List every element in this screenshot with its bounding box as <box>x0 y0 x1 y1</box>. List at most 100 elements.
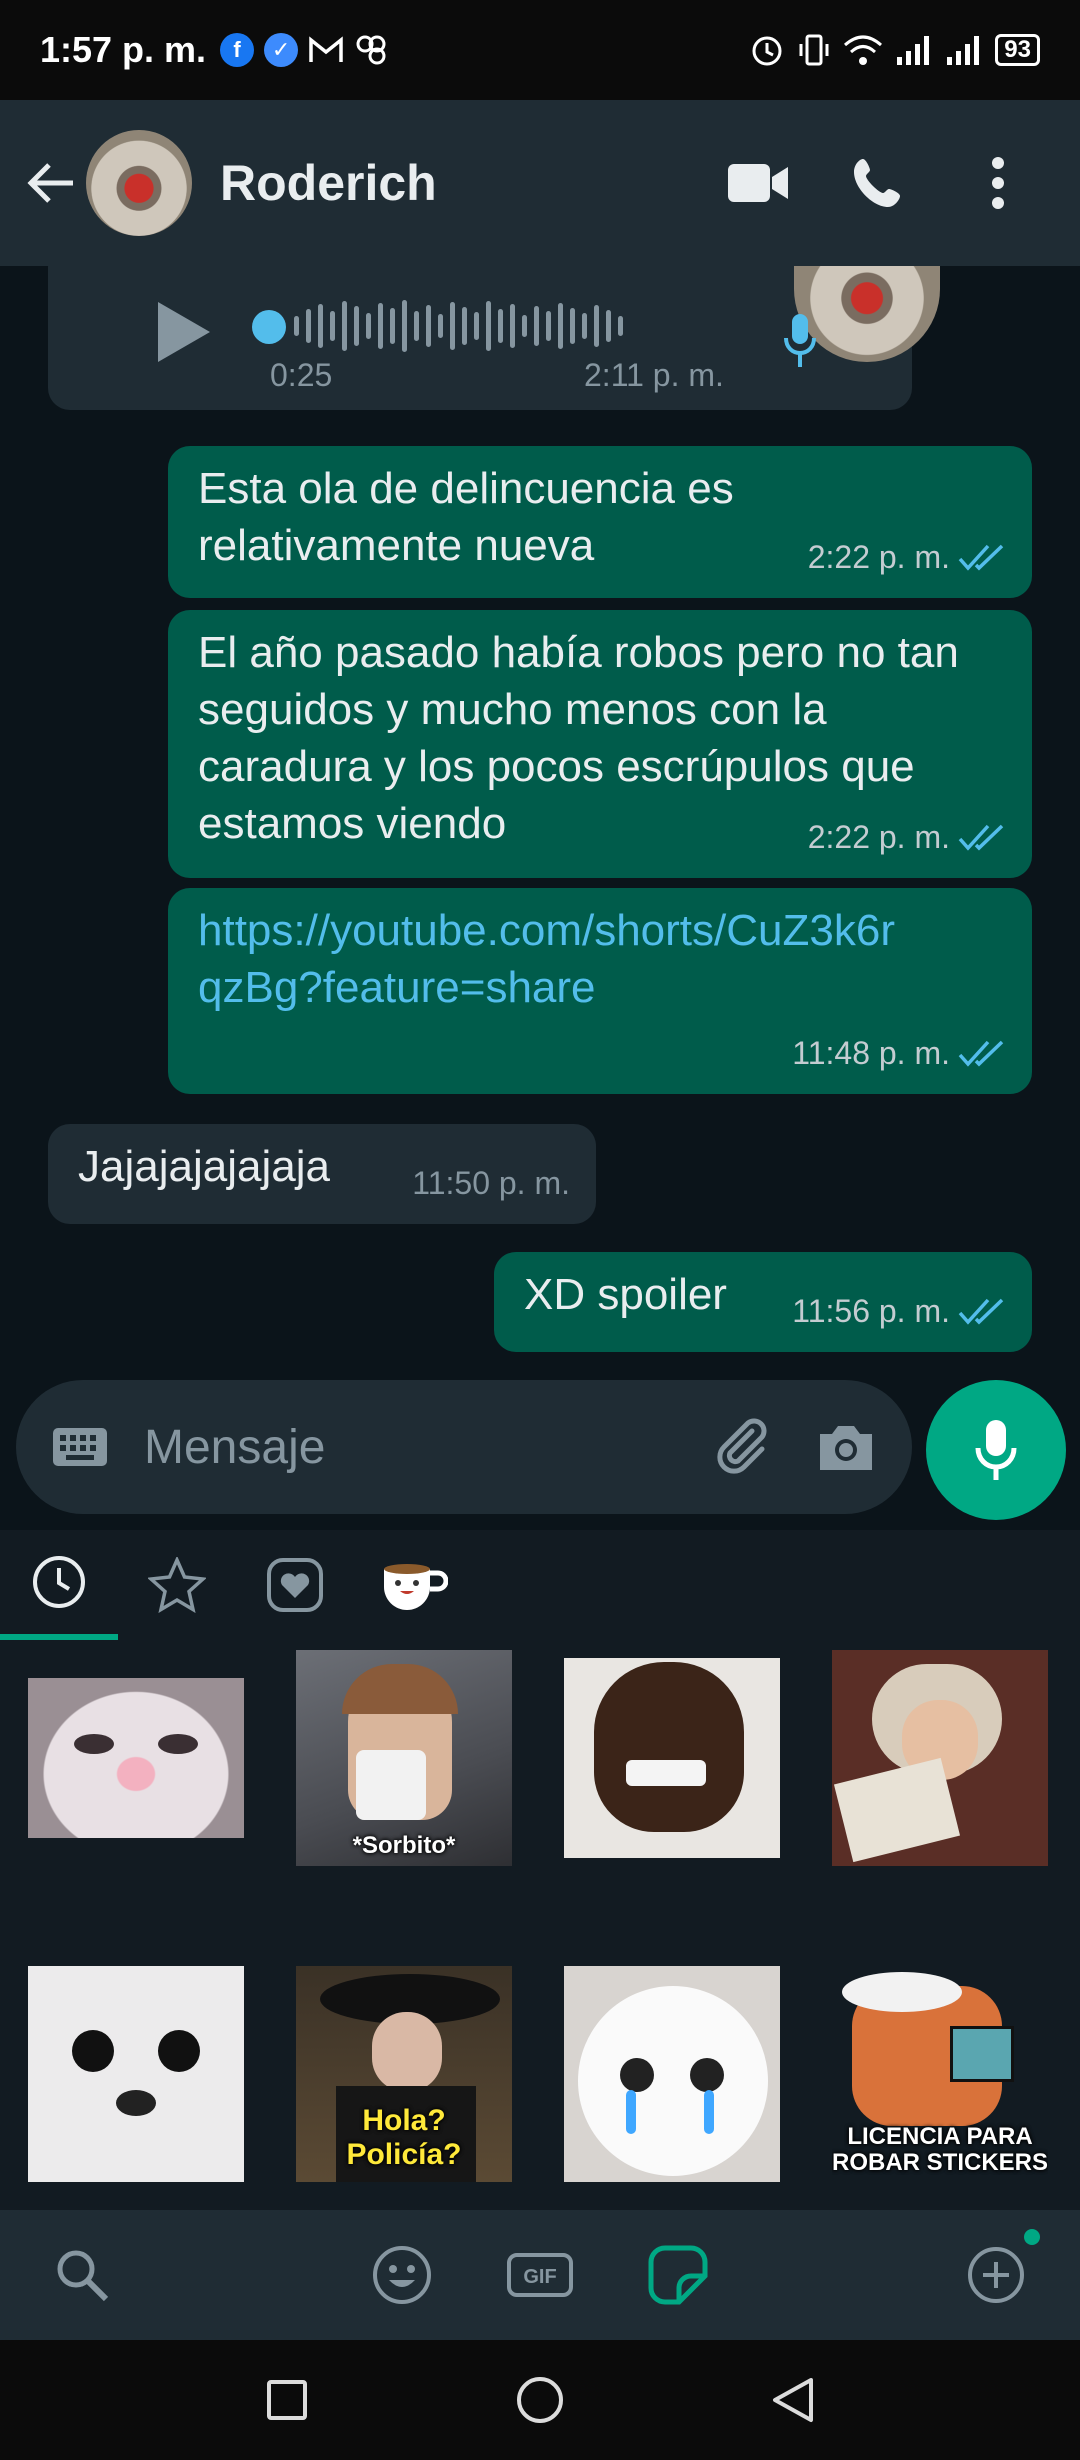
back-button[interactable] <box>22 155 78 211</box>
sticker-tab-button[interactable] <box>638 2235 718 2315</box>
notification-icons: f ✓ <box>220 33 388 67</box>
sticker-caption: LICENCIA PARA ROBAR STICKERS <box>832 2123 1048 2176</box>
waveform-bar <box>594 305 599 347</box>
system-back-button[interactable] <box>753 2360 833 2440</box>
message-time: 2:22 p. m. <box>807 539 950 575</box>
waveform-bar <box>546 311 551 341</box>
more-options-button[interactable] <box>938 123 1058 243</box>
sticker-boy-sipping[interactable]: *Sorbito* <box>296 1650 512 1866</box>
sticker-cringe-face[interactable] <box>564 1650 780 1866</box>
waveform-bar <box>450 302 455 350</box>
waveform-bar <box>570 308 575 344</box>
waveform-bar <box>462 307 467 345</box>
message-bubble[interactable]: El año pasado había robos pero no tan se… <box>168 610 1032 878</box>
message-link[interactable]: https://youtube.com/shorts/CuZ3k6rqzBg?f… <box>198 902 898 1016</box>
status-bar: 1:57 p. m. f ✓ 93 <box>0 0 1080 100</box>
add-icon <box>968 2247 1024 2303</box>
video-call-icon <box>728 164 788 202</box>
read-receipt-icon <box>958 824 1004 851</box>
message-time: 2:22 p. m. <box>807 819 950 855</box>
tab-favorites[interactable] <box>118 1530 236 1640</box>
message-meta: 11:50 p. m. <box>412 1155 570 1212</box>
sticker-search-button[interactable] <box>42 2235 122 2315</box>
message-bubble[interactable]: https://youtube.com/shorts/CuZ3k6rqzBg?f… <box>168 888 1032 1094</box>
message-meta: 11:56 p. m. <box>792 1283 1006 1340</box>
message-meta: 11:48 p. m. <box>792 1025 1006 1082</box>
gif-tab-button[interactable]: GIF <box>500 2235 580 2315</box>
wifi-icon <box>844 35 883 65</box>
message-meta: 2:22 p. m. <box>808 809 1006 866</box>
mic-icon <box>975 1420 1017 1480</box>
arrow-back-icon <box>27 163 73 203</box>
read-receipt-icon <box>958 1040 1004 1067</box>
camera-icon[interactable] <box>816 1420 876 1474</box>
square-icon <box>266 2380 307 2420</box>
search-icon <box>57 2250 109 2302</box>
tab-recent[interactable] <box>0 1530 118 1640</box>
sticker-old-man-reading[interactable] <box>832 1650 1048 1866</box>
message-input-box[interactable]: Mensaje <box>16 1380 912 1514</box>
system-icons: 93 <box>749 32 1040 68</box>
message-bubble[interactable]: Jajajajajajaja 11:50 p. m. <box>48 1124 596 1224</box>
waveform-bar <box>498 309 503 343</box>
voice-progress-handle[interactable] <box>252 310 286 344</box>
status-time: 1:57 p. m. <box>40 29 207 70</box>
sticker-grid: *Sorbito* Hola? Policía? LICENCIA PARA R… <box>0 1650 1080 2182</box>
tab-coffee-pack[interactable] <box>354 1530 472 1640</box>
contact-name[interactable]: Roderich <box>220 154 437 212</box>
voice-call-button[interactable] <box>818 123 938 243</box>
chat-area: 0:25 2:11 p. m. Esta ola de delincuencia… <box>0 266 1080 1380</box>
message-time: 11:50 p. m. <box>412 1165 570 1201</box>
sticker-dog-face[interactable] <box>28 1966 244 2182</box>
read-receipt-icon <box>958 544 1004 571</box>
waveform-bar <box>378 303 383 349</box>
sticker-cat-face[interactable] <box>28 1650 244 1866</box>
message-bubble[interactable]: XD spoiler 11:56 p. m. <box>494 1252 1032 1352</box>
emoji-tab-button[interactable] <box>362 2235 442 2315</box>
emoji-icon <box>373 2246 431 2304</box>
message-bubble[interactable]: Esta ola de delincuencia es relativament… <box>168 446 1032 598</box>
signal-icon <box>897 36 930 65</box>
facebook-icon: f <box>220 33 255 67</box>
waveform-bar <box>330 311 335 341</box>
sticker-tabs <box>0 1530 1080 1640</box>
waveform-bar <box>606 310 611 342</box>
home-button[interactable] <box>500 2360 580 2440</box>
sticker-lady-hat[interactable]: Hola? Policía? <box>296 1966 512 2182</box>
pinwheel-icon <box>356 35 386 65</box>
triangle-back-icon <box>773 2378 814 2422</box>
voice-time: 2:11 p. m. <box>584 357 724 393</box>
tab-heart-pack[interactable] <box>236 1530 354 1640</box>
sticker-kuzco-license[interactable]: LICENCIA PARA ROBAR STICKERS <box>832 1966 1048 2182</box>
play-icon[interactable] <box>158 302 210 362</box>
read-receipt-icon <box>958 1298 1004 1325</box>
waveform-bar <box>558 303 563 349</box>
waveform-bar <box>510 304 515 348</box>
waveform-bar <box>618 316 623 336</box>
sticker-crying-cat[interactable] <box>564 1966 780 2182</box>
chat-header: Roderich <box>0 100 1080 266</box>
coffee-sticker-icon <box>384 1564 448 1610</box>
sticker-panel-toolbar: GIF <box>0 2210 1080 2340</box>
message-time: 11:48 p. m. <box>792 1035 950 1071</box>
waveform-bar <box>426 305 431 347</box>
circle-icon <box>516 2377 563 2423</box>
contact-avatar[interactable] <box>86 130 192 236</box>
waveform-bar <box>582 313 587 339</box>
signal-icon <box>947 36 980 65</box>
video-call-button[interactable] <box>698 123 818 243</box>
sticker-panel: *Sorbito* Hola? Policía? LICENCIA PARA R… <box>0 1530 1080 2210</box>
message-time: 11:56 p. m. <box>792 1293 950 1329</box>
sticker-icon <box>648 2245 708 2305</box>
attach-icon[interactable] <box>712 1417 772 1477</box>
voice-duration: 0:25 <box>270 357 333 393</box>
recents-button[interactable] <box>247 2360 327 2440</box>
add-sticker-pack-button[interactable] <box>956 2229 1040 2315</box>
gmail-icon <box>309 36 343 62</box>
message-input-placeholder[interactable]: Mensaje <box>144 1420 325 1475</box>
voice-record-button[interactable] <box>926 1380 1066 1520</box>
composer: Mensaje <box>0 1380 1080 1530</box>
waveform-bar <box>438 314 443 338</box>
keyboard-icon[interactable] <box>52 1427 108 1467</box>
recent-icon <box>33 1556 85 1608</box>
